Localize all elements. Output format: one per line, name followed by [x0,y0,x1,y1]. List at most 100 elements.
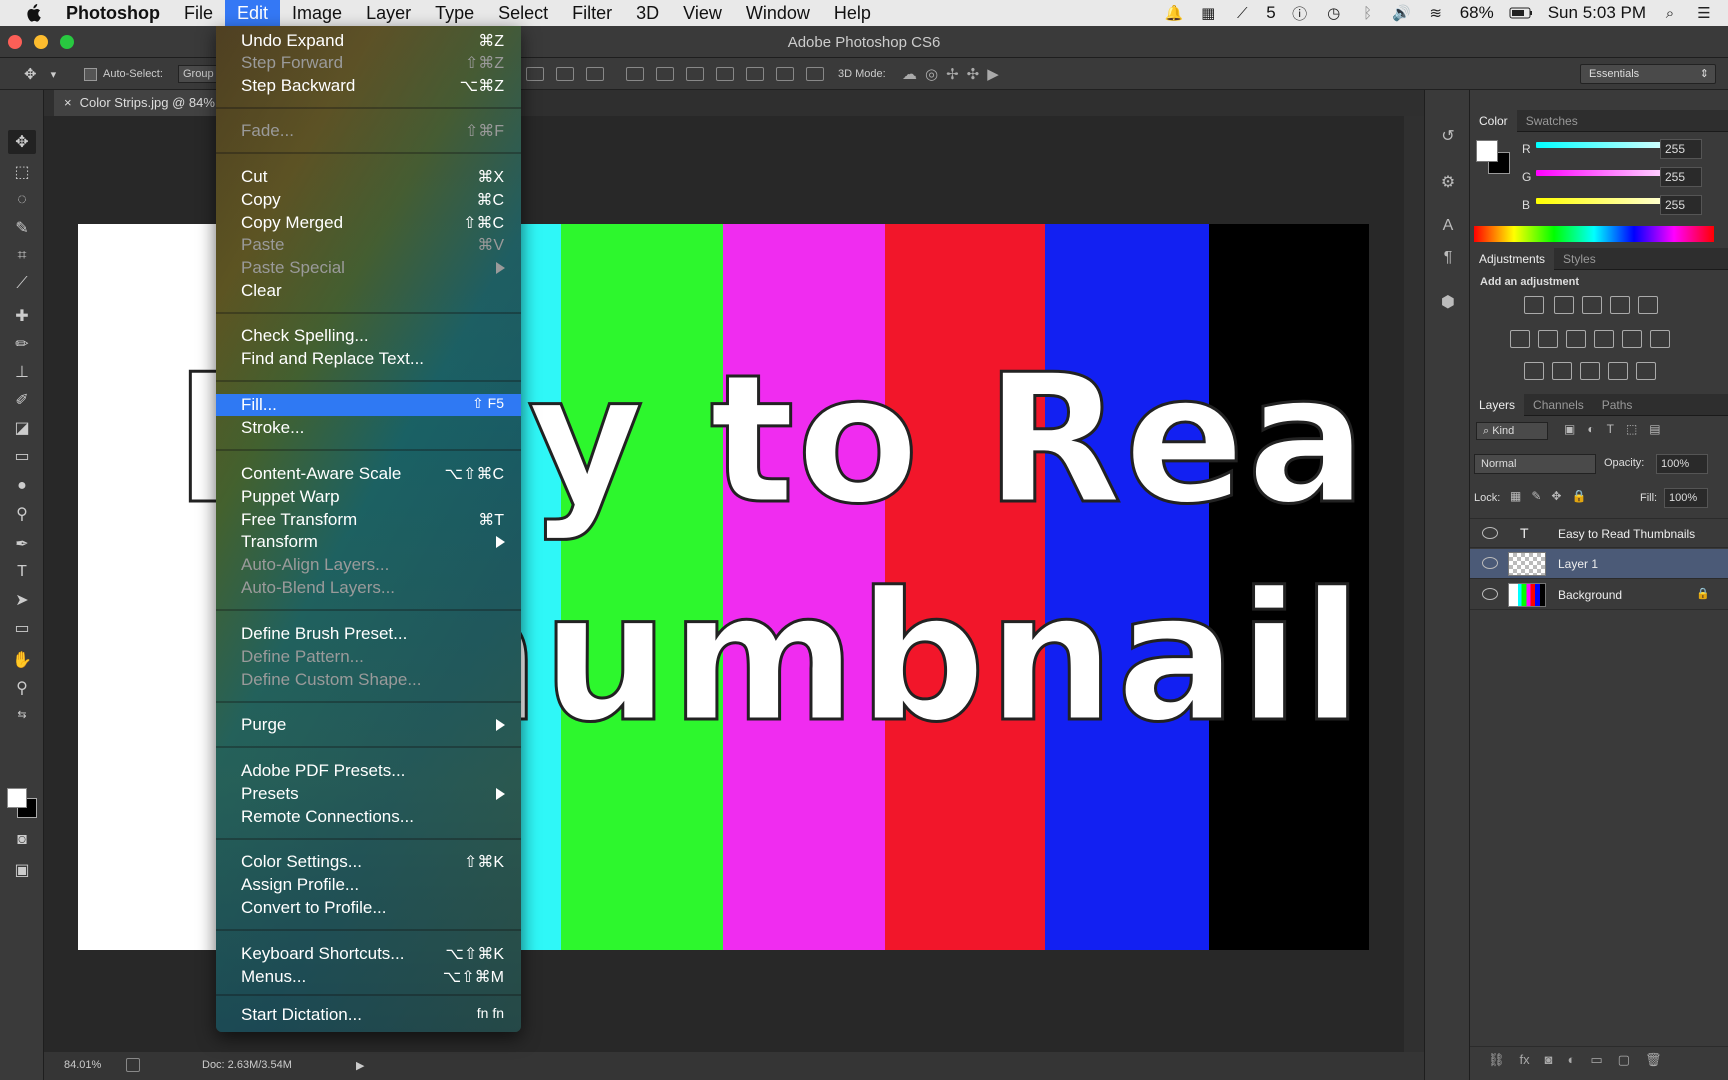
menu-item-check-spelling[interactable]: Check Spelling... [216,325,521,347]
paragraph-panel-icon[interactable]: ¶ [1435,246,1461,270]
auto-select-checkbox[interactable]: Auto-Select: [84,65,163,83]
zoom-tool[interactable]: ⚲ [8,676,36,700]
menu-item-step-backward[interactable]: Step Backward ⌥⌘Z [216,75,521,97]
dodge-tool[interactable]: ⚲ [8,502,36,526]
blend-mode-dropdown[interactable]: Normal [1474,454,1596,474]
menu-app-photoshop[interactable]: Photoshop [66,0,172,26]
info-circle-icon[interactable]: ⓘ [1290,4,1310,23]
eye-icon[interactable] [1482,588,1498,600]
selective-color-icon[interactable] [1608,362,1628,380]
link-layers-icon[interactable]: ⛓ [1488,1052,1505,1072]
hue-saturation-icon[interactable] [1510,330,1530,348]
close-tab-icon[interactable]: × [64,95,72,110]
wifi-icon[interactable]: ≋ [1426,4,1446,22]
properties-panel-icon[interactable]: ⚙ [1435,170,1461,194]
menu-item-define-brush-preset[interactable]: Define Brush Preset... [216,623,521,645]
menu-item-copy-merged[interactable]: Copy Merged ⇧⌘C [216,212,521,234]
screen-mode-icon[interactable]: ▣ [8,858,36,882]
layer-filter-dropdown[interactable]: ⌕ Kind [1476,422,1548,440]
menu-item-purge[interactable]: Purge [216,714,521,736]
add-mask-icon[interactable]: ◙ [1545,1052,1553,1072]
type-tool[interactable]: T [8,560,36,584]
layer-row-layer-1[interactable]: Layer 1 [1470,549,1728,579]
layer-row-text[interactable]: T Easy to Read Thumbnails [1470,518,1728,548]
opacity-input[interactable]: 100% [1656,454,1708,474]
menu-item-free-transform[interactable]: Free Transform ⌘T [216,509,521,531]
delete-layer-icon[interactable]: 🗑 [1645,1052,1662,1072]
b-value[interactable]: 255 [1660,195,1702,215]
brightness-contrast-icon[interactable] [1524,296,1544,314]
menu-item-fill[interactable]: Fill... ⇧ F5 [216,394,521,416]
eraser-tool[interactable]: ◪ [8,416,36,440]
swap-colors-icon[interactable]: ⇆ [8,702,36,726]
tab-adjustments[interactable]: Adjustments [1470,248,1555,270]
menu-item-adobe-pdf-presets[interactable]: Adobe PDF Presets... [216,760,521,782]
3d-mode-tools[interactable]: ☁ ◎ ✢ ✣ ▶ [902,65,999,83]
new-layer-icon[interactable]: ▢ [1618,1052,1630,1072]
photo-filter-icon[interactable] [1594,330,1614,348]
menu-layer[interactable]: Layer [354,0,423,26]
menu-item-puppet-warp[interactable]: Puppet Warp [216,486,521,508]
hand-tool[interactable]: ✋ [8,648,36,672]
menu-3d[interactable]: 3D [624,0,671,26]
invert-icon[interactable] [1524,362,1544,380]
tab-styles[interactable]: Styles [1554,248,1605,270]
gradient-map-icon[interactable] [1636,362,1656,380]
clone-stamp-tool[interactable]: ⊥ [8,360,36,384]
eye-icon[interactable] [1482,527,1498,539]
black-white-icon[interactable] [1566,330,1586,348]
color-lookup-icon[interactable] [1650,330,1670,348]
vertical-scrollbar[interactable] [1404,116,1424,1052]
rectangle-tool[interactable]: ▭ [8,616,36,640]
layer-style-icon[interactable]: fx [1520,1052,1530,1072]
new-adjustment-icon[interactable]: ◐ [1568,1052,1576,1072]
quick-mask-icon[interactable]: ◙ [8,828,36,852]
menu-item-transform[interactable]: Transform [216,531,521,553]
menu-item-start-dictation[interactable]: Start Dictation... fn fn [216,1004,521,1026]
menu-item-cut[interactable]: Cut ⌘X [216,166,521,188]
menu-item-content-aware-scale[interactable]: Content-Aware Scale ⌥⇧⌘C [216,463,521,485]
crop-tool[interactable]: ⌗ [8,244,36,268]
menu-image[interactable]: Image [280,0,354,26]
channel-mixer-icon[interactable] [1622,330,1642,348]
character-panel-icon[interactable]: A [1435,214,1461,238]
volume-icon[interactable]: 🔊 [1392,4,1412,22]
menu-edit[interactable]: Edit [225,0,281,26]
color-fg-swatch[interactable] [1476,140,1498,162]
menu-item-keyboard-shortcuts[interactable]: Keyboard Shortcuts... ⌥⇧⌘K [216,943,521,965]
bluetooth-icon[interactable]: ᛒ [1358,4,1378,22]
r-value[interactable]: 255 [1660,139,1702,159]
menu-select[interactable]: Select [486,0,560,26]
menu-item-stroke[interactable]: Stroke... [216,417,521,439]
marquee-tool[interactable]: ⬚ [8,160,36,184]
move-tool[interactable]: ✥ [8,130,36,154]
menu-window[interactable]: Window [734,0,822,26]
menu-item-convert-to-profile[interactable]: Convert to Profile... [216,897,521,919]
menu-view[interactable]: View [671,0,734,26]
fill-input[interactable]: 100% [1664,488,1708,508]
zoom-level[interactable]: 84.01% [64,1059,101,1071]
vibrance-icon[interactable] [1638,296,1658,314]
apple-icon[interactable] [0,4,66,22]
eyedropper-tool[interactable]: ⟋ [8,272,36,296]
menu-item-copy[interactable]: Copy ⌘C [216,189,521,211]
menu-item-assign-profile[interactable]: Assign Profile... [216,874,521,896]
path-selection-tool[interactable]: ➤ [8,588,36,612]
history-panel-icon[interactable]: ↺ [1435,124,1461,148]
tab-paths[interactable]: Paths [1593,394,1642,416]
3d-panel-icon[interactable]: ⬢ [1435,290,1461,314]
menu-file[interactable]: File [172,0,225,26]
healing-brush-tool[interactable]: ✚ [8,304,36,328]
gradient-tool[interactable]: ▭ [8,444,36,468]
posterize-icon[interactable] [1552,362,1572,380]
lasso-tool[interactable]: ◌ [8,188,36,212]
menu-type[interactable]: Type [423,0,486,26]
auto-select-dropdown[interactable]: Group [178,65,218,83]
menu-item-color-settings[interactable]: Color Settings... ⇧⌘K [216,851,521,873]
status-menu-icon[interactable] [126,1058,140,1072]
battery-icon[interactable] [1508,4,1534,22]
color-spectrum-ramp[interactable] [1474,226,1714,242]
exposure-icon[interactable] [1610,296,1630,314]
lock-icons[interactable]: ▦ ✎ ✥ 🔒 [1510,489,1586,503]
menu-item-presets[interactable]: Presets [216,783,521,805]
